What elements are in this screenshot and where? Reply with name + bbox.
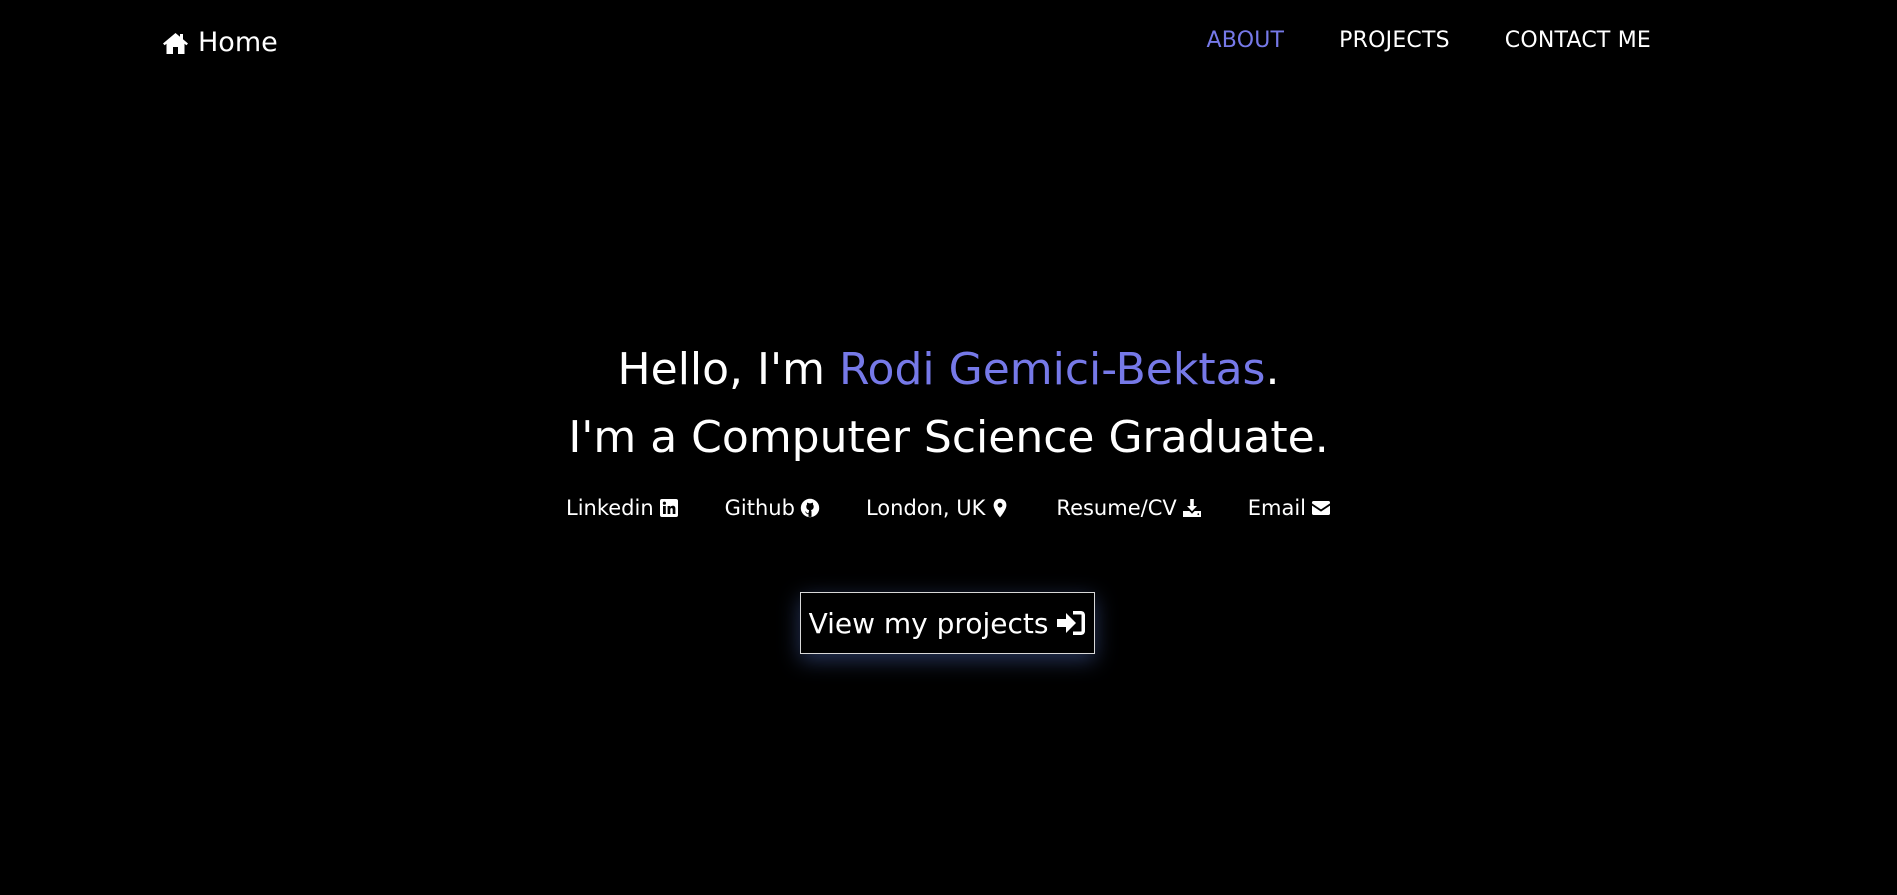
github-label: Github — [724, 496, 795, 520]
hero-name: Rodi Gemici-Bektas — [838, 344, 1266, 395]
nav-about[interactable]: ABOUT — [1207, 28, 1285, 53]
resume-link[interactable]: Resume/CV — [1056, 496, 1201, 520]
github-icon — [800, 498, 820, 518]
home-label: Home — [198, 27, 278, 58]
nav-links: ABOUT PROJECTS CONTACT ME — [1207, 28, 1651, 53]
page: Home ABOUT PROJECTS CONTACT ME Hello, I'… — [0, 0, 1897, 895]
linkedin-link[interactable]: Linkedin — [566, 496, 679, 520]
view-projects-label: View my projects — [808, 606, 1049, 640]
nav-projects[interactable]: PROJECTS — [1339, 28, 1450, 53]
location-link[interactable]: London, UK — [866, 496, 1010, 520]
contact-links: Linkedin Github London, UK Resume/CV Ema… — [0, 496, 1897, 520]
greeting-suffix: . — [1265, 344, 1280, 395]
resume-label: Resume/CV — [1056, 496, 1177, 520]
email-label: Email — [1247, 496, 1306, 520]
greeting-prefix: Hello, I'm — [617, 344, 839, 395]
home-link[interactable]: Home — [161, 27, 278, 58]
download-icon — [1182, 498, 1202, 518]
linkedin-icon — [659, 498, 679, 518]
view-projects-button[interactable]: View my projects — [800, 592, 1095, 654]
hero-tagline: I'm a Computer Science Graduate. — [568, 412, 1329, 463]
location-label: London, UK — [865, 496, 986, 520]
linkedin-label: Linkedin — [566, 496, 654, 520]
map-marker-icon — [990, 498, 1010, 518]
home-icon — [161, 30, 190, 56]
github-link[interactable]: Github — [725, 496, 820, 520]
navbar: Home ABOUT PROJECTS CONTACT ME — [0, 0, 1897, 86]
nav-contact-me[interactable]: CONTACT ME — [1505, 28, 1651, 53]
email-link[interactable]: Email — [1248, 496, 1331, 520]
hero: Hello, I'm Rodi Gemici-Bektas. I'm a Com… — [0, 336, 1897, 472]
sign-in-icon — [1056, 609, 1086, 637]
envelope-icon — [1311, 498, 1331, 518]
hero-greeting: Hello, I'm Rodi Gemici-Bektas. — [0, 336, 1897, 404]
